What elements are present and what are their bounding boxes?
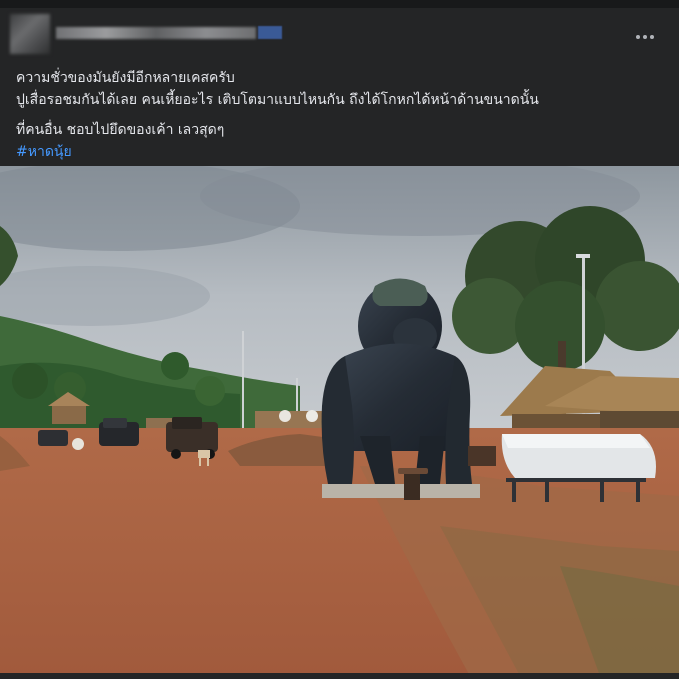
author-badge-blurred [258, 26, 282, 39]
photo-illustration [0, 166, 679, 676]
parked-vehicle [38, 430, 68, 446]
feed-top-strip [0, 0, 679, 8]
post-text-line: ที่คนอื่น ชอบไปยึดของเค้า เลวสุดๆ [16, 122, 225, 138]
wooden-stool [398, 468, 428, 474]
post-photo[interactable] [0, 166, 679, 676]
post-card: ความชั่วของมันยังมีอีกหลายเคสครับ ปูเสื่… [0, 0, 679, 679]
avatar[interactable] [10, 14, 50, 54]
post-text-line: ปูเสื่อรอชมกันได้เลย คนเหี้ยอะไร เติบโตม… [16, 92, 539, 108]
more-horizontal-icon [636, 35, 640, 39]
post-message: ความชั่วของมันยังมีอีกหลายเคสครับ ปูเสื่… [16, 67, 666, 163]
hashtag-link[interactable]: #หาดนุ้ย [16, 141, 666, 163]
post-text-line: ความชั่วของมันยังมีอีกหลายเคสครับ [16, 70, 235, 86]
author-name-blurred[interactable] [56, 27, 256, 39]
more-horizontal-icon-dot [650, 35, 654, 39]
more-horizontal-icon-dot [643, 35, 647, 39]
more-options-button[interactable] [628, 24, 662, 50]
dog [198, 450, 210, 458]
author-header-blurred[interactable] [10, 14, 282, 54]
